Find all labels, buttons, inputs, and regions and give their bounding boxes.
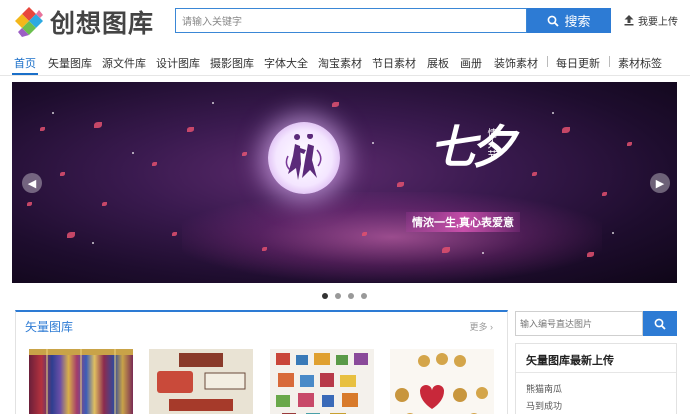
star — [552, 112, 554, 114]
star — [612, 232, 614, 234]
thumbnail-furniture[interactable] — [270, 349, 374, 414]
teddy-bears-image — [395, 353, 488, 414]
star — [372, 142, 374, 144]
petal — [67, 232, 75, 238]
thumbnail-curtains[interactable] — [29, 349, 133, 414]
petal — [102, 202, 107, 206]
petal — [187, 127, 194, 132]
nav-item-taobao[interactable]: 淘宝素材 — [318, 55, 362, 71]
nav-item-board[interactable]: 展板 — [427, 55, 449, 71]
nav-item-photo[interactable]: 摄影图库 — [210, 55, 254, 71]
star — [482, 252, 484, 254]
search-button-label: 搜索 — [564, 14, 591, 29]
upload-icon — [624, 15, 634, 26]
header: 创想图库 请输入关键字 搜索 我要上传 — [0, 0, 690, 46]
search-icon — [548, 15, 560, 27]
banner-slogan: 情浓一生,真心表爱意 — [406, 212, 521, 232]
latest-uploads-box: 矢量图库最新上传 熊猫南瓜 马到成功 — [515, 343, 677, 414]
search-button[interactable]: 搜索 — [527, 8, 611, 33]
banner-dot[interactable] — [361, 293, 367, 299]
logo-text: 创想图库 — [50, 9, 155, 38]
hero-banner[interactable]: 七夕 情人节 情浓一生,真心表爱意 ◀ ▶ — [12, 82, 677, 283]
petal — [587, 252, 594, 257]
logo-icon — [14, 6, 44, 38]
nav-item-source[interactable]: 源文件库 — [102, 55, 146, 71]
nav-item-home[interactable]: 首页 — [14, 55, 36, 71]
banner-pagination — [322, 293, 367, 299]
banner-glow — [182, 192, 602, 282]
chevron-right-icon: › — [490, 322, 493, 332]
divider — [516, 372, 676, 373]
more-label: 更多 — [469, 322, 488, 332]
petal — [562, 127, 570, 133]
nav-separator — [547, 56, 548, 67]
search-icon — [654, 318, 666, 330]
banner-dot[interactable] — [348, 293, 354, 299]
chevron-right-icon: ▶ — [655, 177, 665, 190]
nav-separator — [609, 56, 610, 67]
petal — [172, 232, 177, 236]
latest-uploads-title: 矢量图库最新上传 — [526, 355, 614, 367]
vintage-labels-image — [157, 353, 246, 411]
upload-link[interactable]: 我要上传 — [624, 13, 678, 28]
petal — [627, 142, 632, 146]
search-input[interactable]: 请输入关键字 — [175, 8, 527, 33]
nav-item-festival[interactable]: 节日素材 — [372, 55, 416, 71]
thumbnail-vintage-labels[interactable] — [149, 349, 253, 414]
banner-subtitle: 情人节 — [485, 128, 496, 161]
petal — [262, 247, 267, 251]
petal — [602, 192, 607, 196]
nav-active-indicator — [12, 73, 38, 75]
latest-upload-item[interactable]: 熊猫南瓜 — [526, 382, 562, 395]
thumbnail-teddy-bears[interactable] — [390, 349, 494, 414]
banner-next-button[interactable]: ▶ — [650, 173, 670, 193]
chevron-left-icon: ◀ — [27, 177, 37, 190]
section-title: 矢量图库 — [25, 320, 74, 334]
more-link[interactable]: 更多 › — [469, 320, 493, 333]
petal — [397, 182, 404, 187]
nav-item-design[interactable]: 设计图库 — [156, 55, 200, 71]
nav-item-album[interactable]: 画册 — [460, 55, 482, 71]
nav-item-decor[interactable]: 装饰素材 — [494, 55, 538, 71]
couple-silhouette-icon — [285, 134, 322, 180]
search-placeholder: 请输入关键字 — [182, 17, 242, 28]
id-search-input[interactable]: 输入编号直达图片 — [515, 311, 643, 336]
id-search-button[interactable] — [643, 311, 677, 336]
site-logo[interactable]: 创想图库 — [14, 4, 184, 40]
petal — [40, 127, 45, 131]
star — [52, 112, 54, 114]
vector-gallery-panel: 矢量图库 更多 › — [15, 310, 508, 414]
banner-dot[interactable] — [322, 293, 328, 299]
id-search-placeholder: 输入编号直达图片 — [520, 319, 593, 329]
petal — [60, 172, 65, 176]
petal — [332, 102, 339, 107]
nav-item-daily[interactable]: 每日更新 — [556, 55, 600, 71]
petal — [94, 122, 102, 128]
curtain-image — [29, 349, 133, 414]
nav-item-vector[interactable]: 矢量图库 — [48, 55, 92, 71]
petal — [152, 162, 157, 166]
petal — [242, 152, 247, 156]
nav-item-fonts[interactable]: 字体大全 — [264, 55, 308, 71]
nav-item-tags[interactable]: 素材标签 — [618, 55, 662, 71]
petal — [27, 202, 32, 206]
upload-label: 我要上传 — [638, 17, 678, 28]
banner-title: 七夕 — [430, 120, 516, 174]
banner-prev-button[interactable]: ◀ — [22, 173, 42, 193]
latest-upload-item[interactable]: 马到成功 — [526, 399, 562, 412]
main-nav: 首页 矢量图库 源文件库 设计图库 摄影图库 字体大全 淘宝素材 节日素材 展板… — [0, 46, 690, 76]
star — [132, 152, 134, 154]
petal — [532, 172, 537, 176]
petal — [362, 232, 367, 236]
star — [92, 242, 94, 244]
petal — [442, 247, 450, 253]
star — [212, 102, 214, 104]
furniture-image — [276, 353, 368, 414]
banner-dot[interactable] — [335, 293, 341, 299]
